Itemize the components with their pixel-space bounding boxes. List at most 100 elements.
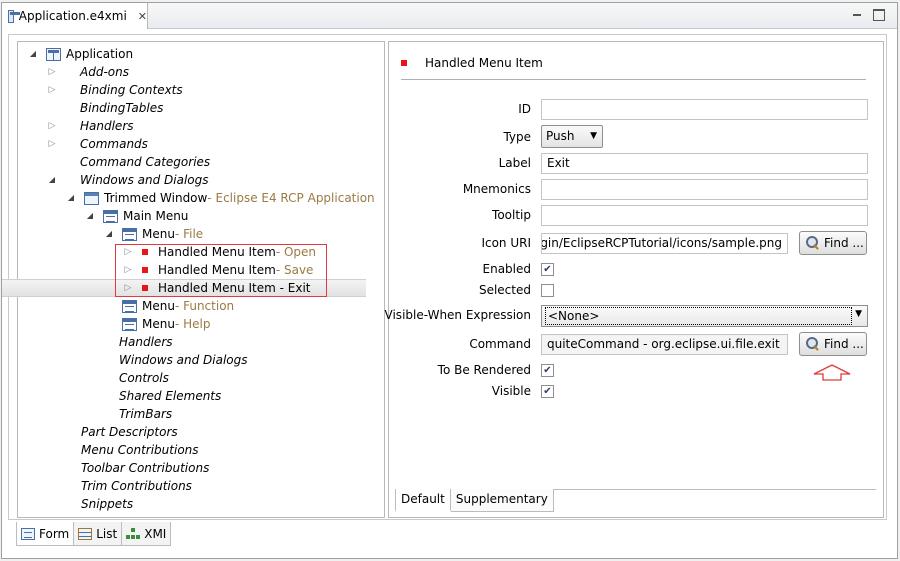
tree-item-label: BindingTables — [80, 101, 164, 115]
tab-form[interactable]: Form — [16, 522, 75, 546]
tree-item-windows-and-dialogs[interactable]: Windows and Dialogs — [47, 171, 209, 189]
tree-item-toolbar-contributions[interactable]: Toolbar Contributions — [81, 459, 209, 477]
to-be-rendered-checkbox[interactable] — [541, 364, 554, 377]
list-icon — [78, 527, 93, 540]
tab-xmi[interactable]: XMI — [122, 522, 172, 546]
icon-uri-label: Icon URI — [481, 236, 531, 250]
tree-item-menu-help[interactable]: Menu - Help — [104, 315, 210, 333]
minimize-icon[interactable] — [851, 9, 863, 21]
dropdown-arrow-icon: ▼ — [590, 131, 597, 141]
tree-item-label: Add-ons — [80, 65, 129, 79]
tree-item-trim-contributions[interactable]: Trim Contributions — [81, 477, 192, 495]
tree-item-label: Handlers — [119, 335, 173, 349]
tree-item-snippets[interactable]: Snippets — [81, 495, 133, 513]
collapsed-arrow-icon[interactable] — [47, 85, 57, 95]
tab-label: XMI — [144, 526, 167, 541]
tree-item-binding-tables[interactable]: BindingTables — [47, 99, 163, 117]
tree-item-main-menu[interactable]: Main Menu — [85, 207, 188, 225]
command-field[interactable]: quiteCommand - org.eclipse.ui.file.exit — [541, 334, 788, 355]
collapsed-arrow-icon[interactable] — [47, 67, 57, 77]
tree-item-trimbars[interactable]: TrimBars — [119, 405, 172, 423]
xmi-tree-icon — [126, 527, 141, 540]
selected-checkbox[interactable] — [541, 284, 554, 297]
find-button-label: Find ... — [824, 236, 864, 250]
command-label: Command — [469, 337, 531, 351]
enabled-label: Enabled — [482, 262, 532, 276]
tree-item-menu-file[interactable]: Menu - File — [104, 225, 203, 243]
icon-uri-value: platform:/plugin/EclipseRCPTutorial/icon… — [541, 236, 782, 250]
icon-uri-find-button[interactable]: Find ... — [799, 231, 867, 255]
tree-item-label: Commands — [80, 137, 148, 151]
search-icon — [806, 236, 820, 250]
close-icon[interactable]: ✕ — [138, 10, 147, 23]
icon-uri-field[interactable]: platform:/plugin/EclipseRCPTutorial/icon… — [541, 233, 788, 254]
mnemonics-field[interactable] — [541, 179, 868, 200]
tree-item-window-handlers[interactable]: Handlers — [119, 333, 173, 351]
expanded-arrow-icon[interactable] — [104, 229, 114, 239]
menu-icon — [122, 227, 137, 241]
tree-item-command-categories[interactable]: Command Categories — [47, 153, 210, 171]
mnemonics-label: Mnemonics — [462, 182, 531, 196]
editor-tab-application[interactable]: Application.e4xmi ✕ — [2, 3, 148, 29]
tab-list[interactable]: List — [74, 522, 123, 546]
tree-item-handlers[interactable]: Handlers — [47, 117, 134, 135]
tree-item-label: Windows and Dialogs — [119, 353, 248, 367]
header-divider — [401, 79, 866, 80]
tooltip-field[interactable] — [541, 205, 868, 226]
label-label: Label — [498, 156, 531, 170]
tree-item-controls[interactable]: Controls — [119, 369, 169, 387]
expanded-arrow-icon[interactable] — [85, 211, 95, 221]
expanded-arrow-icon[interactable] — [47, 175, 57, 185]
tree-item-binding-contexts[interactable]: Binding Contexts — [47, 81, 183, 99]
tree-item-label: Application — [66, 47, 134, 61]
tree-item-part-descriptors[interactable]: Part Descriptors — [81, 423, 178, 441]
tree-item-label: Snippets — [81, 497, 134, 511]
tree-item-shared-elements[interactable]: Shared Elements — [119, 387, 221, 405]
form-title: Handled Menu Item — [425, 56, 543, 70]
maximize-icon[interactable] — [873, 9, 885, 21]
tree-item-commands[interactable]: Commands — [47, 135, 148, 153]
expanded-arrow-icon[interactable] — [66, 193, 76, 203]
tree-item-label: Handlers — [80, 119, 134, 133]
tree-item-label: Part Descriptors — [81, 425, 178, 439]
tree-item-label: Menu — [142, 317, 175, 331]
label-field[interactable]: Exit — [541, 153, 868, 174]
search-icon — [806, 337, 820, 351]
tree-item-menu-contributions[interactable]: Menu Contributions — [81, 441, 199, 459]
tree-item-menu-function[interactable]: Menu - Function — [104, 297, 234, 315]
command-find-button[interactable]: Find ... — [799, 332, 867, 356]
tree-item-label: TrimBars — [119, 407, 173, 421]
visible-when-combo[interactable]: <None> ▼ — [541, 305, 868, 327]
find-button-label: Find ... — [824, 337, 864, 351]
collapsed-arrow-icon[interactable] — [47, 139, 57, 149]
window-icon — [84, 191, 99, 205]
form-header: Handled Menu Item — [400, 56, 543, 70]
tree-item-window-dialogs[interactable]: Windows and Dialogs — [119, 351, 248, 369]
tab-default[interactable]: Default — [395, 489, 451, 512]
tree-item-label: Menu — [142, 227, 175, 241]
tree-item-application[interactable]: Application — [28, 45, 133, 63]
tree-item-add-ons[interactable]: Add-ons — [47, 63, 129, 81]
detail-tabs: Default Supplementary — [395, 489, 554, 512]
visible-when-label: Visible-When Expression — [384, 308, 531, 322]
dropdown-arrow-icon: ▼ — [855, 309, 862, 319]
tree-item-label: Trim Contributions — [81, 479, 192, 493]
id-label: ID — [518, 102, 531, 116]
e4xmi-file-icon — [8, 9, 20, 23]
visible-checkbox[interactable] — [541, 385, 554, 398]
tab-supplementary[interactable]: Supplementary — [450, 489, 554, 512]
tree-item-trimmed-window[interactable]: Trimmed Window - Eclipse E4 RCP Applicat… — [66, 189, 375, 207]
expanded-arrow-icon[interactable] — [28, 49, 38, 59]
highlight-annotation-box — [115, 244, 327, 297]
tree-item-label: Shared Elements — [119, 389, 222, 403]
enabled-checkbox[interactable] — [541, 263, 554, 276]
type-select[interactable]: Push ▼ — [541, 125, 603, 148]
tree-item-label: Command Categories — [80, 155, 211, 169]
collapsed-arrow-icon[interactable] — [47, 121, 57, 131]
menu-icon — [122, 317, 137, 331]
tree-item-suffix: - Function — [174, 299, 235, 313]
menu-item-icon — [401, 60, 407, 66]
id-field[interactable] — [541, 99, 868, 120]
editor-tab-bar: Application.e4xmi ✕ — [2, 3, 897, 29]
type-label: Type — [503, 130, 531, 144]
